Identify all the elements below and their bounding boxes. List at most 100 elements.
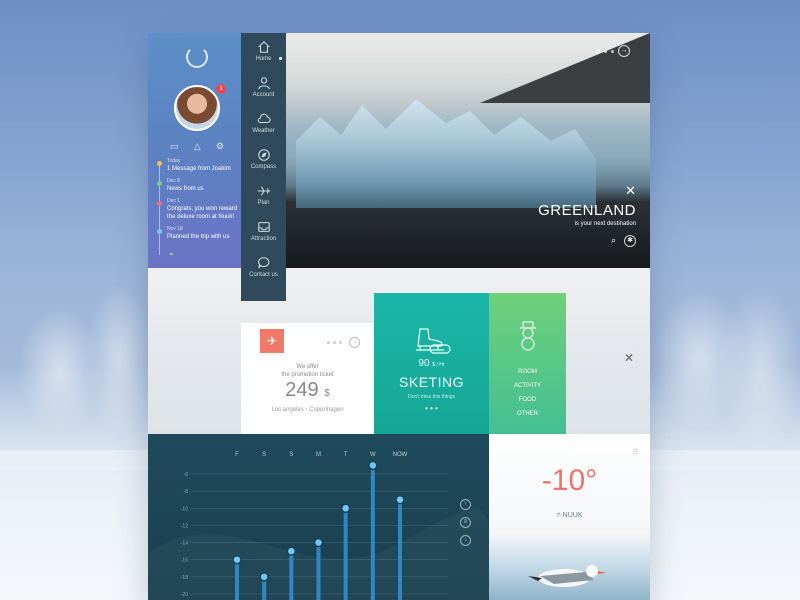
timeline-dot — [157, 201, 162, 206]
image-icon[interactable]: ▭ — [170, 141, 179, 152]
data-point — [313, 537, 324, 548]
x-tick-label: S — [262, 452, 266, 458]
timeline-text: 1 Message from Joakim — [167, 166, 231, 172]
nav-label: Plan — [257, 200, 270, 206]
nav-item-contact[interactable]: Contact us — [241, 249, 286, 285]
timeline-item[interactable]: Dec 8 News from us — [157, 178, 242, 193]
degree-symbol: ° — [585, 464, 598, 497]
carousel-dot[interactable] — [611, 49, 614, 53]
profile-panel: 1 ▭ △ ⚙ Today 1 Message from Joakim Dec … — [148, 33, 242, 268]
menu-item-room[interactable]: ROOM — [489, 365, 566, 379]
close-icon[interactable]: ✕ — [625, 183, 636, 199]
snowman-icon — [520, 321, 536, 351]
data-bar — [398, 499, 402, 600]
location-pin-icon: ⌾ — [556, 512, 561, 519]
grid-icon[interactable]: ⠿ — [632, 448, 638, 457]
timeline-text: Planned the trip with us — [167, 234, 230, 240]
offer-line: We offer — [296, 364, 319, 370]
data-bar — [235, 559, 239, 600]
timeline-text: Congrats, you won reward the deluxe room… — [167, 206, 238, 220]
carousel-controls: → — [596, 45, 630, 57]
temperature-chart: -6 -8 -10 -12 -14 -16 -18 -20 F S S M T W NOW ↑ ≡ ↓ — [148, 434, 489, 600]
pager-dot[interactable] — [333, 341, 336, 344]
notification-badge: 1 — [216, 84, 226, 94]
timeline-date: Dec 1 — [167, 198, 181, 204]
skating-subtitle: Don't miss this things — [407, 394, 456, 400]
compass-icon[interactable]: ✱ — [624, 235, 636, 247]
skating-title: SKETING — [399, 374, 464, 390]
data-bar — [316, 542, 321, 600]
y-tick-label: -6 — [184, 472, 189, 478]
timeline-dot — [157, 181, 162, 186]
offer-line: the promotion ticket — [281, 372, 334, 378]
x-tick-label: W — [370, 452, 376, 458]
data-point — [286, 546, 297, 556]
data-point — [395, 494, 405, 505]
compass-icon — [257, 149, 270, 161]
inbox-icon — [257, 222, 270, 232]
menu-icon[interactable]: ≡ — [460, 517, 471, 528]
pager-dot[interactable] — [339, 341, 342, 344]
hero-banner: → ✕ GREENLAND is your next destination ⌕… — [286, 33, 650, 268]
scroll-down-icon[interactable]: ↓ — [460, 535, 471, 546]
scroll-up-icon[interactable]: ↑ — [460, 499, 471, 510]
next-arrow-icon[interactable]: → — [618, 45, 630, 57]
promotion-card[interactable]: ✈ → We offer the promotion ticket 249 $ … — [241, 323, 374, 435]
nav-item-compass[interactable]: Compass — [241, 141, 286, 177]
menu-item-activity[interactable]: ACTIVITY — [489, 379, 566, 393]
next-arrow-icon[interactable]: → — [349, 337, 360, 348]
data-bar — [343, 508, 348, 600]
carousel-dot[interactable] — [596, 49, 600, 53]
price-currency: $ — [324, 388, 330, 399]
data-bar — [289, 551, 294, 600]
close-icon[interactable]: ✕ — [624, 351, 634, 365]
carousel-dot[interactable] — [604, 49, 607, 53]
skating-card[interactable]: 90 $ / Hr SKETING Don't miss this things… — [374, 293, 489, 434]
nav-item-home[interactable]: Home — [241, 33, 286, 69]
more-dots-icon[interactable]: • • • — [374, 404, 489, 413]
menu-item-other[interactable]: OTHER — [489, 407, 566, 421]
y-tick-label: -16 — [181, 558, 188, 564]
timeline-dot — [157, 161, 162, 166]
rate-value: 90 — [418, 358, 430, 369]
x-tick-label: NOW — [393, 452, 408, 458]
pager-dot[interactable] — [327, 341, 330, 344]
extras-menu: ROOM ACTIVITY FOOD OTHER — [489, 365, 566, 421]
nav-item-account[interactable]: Account — [241, 69, 286, 105]
plane-icon — [257, 186, 270, 196]
nav-item-attraction[interactable]: Attraction — [241, 213, 286, 249]
timeline-item[interactable]: Today 1 Message from Joakim — [157, 158, 242, 173]
y-tick-label: -20 — [181, 592, 188, 598]
offers-section: ✈ → We offer the promotion ticket 249 $ … — [148, 268, 650, 435]
avatar[interactable] — [174, 85, 220, 131]
mountain-shape — [480, 33, 650, 103]
plane-icon: ✈ — [260, 329, 284, 353]
menu-item-food[interactable]: FOOD — [489, 393, 566, 407]
chart-svg: -6 -8 -10 -12 -14 -16 -18 -20 F S S M T W NOW — [148, 452, 489, 600]
offer-text: We offer the promotion ticket — [241, 363, 374, 379]
y-tick-label: -10 — [181, 506, 188, 512]
y-tick-label: -14 — [181, 541, 188, 547]
search-icon[interactable]: ⌕ — [611, 235, 616, 247]
nav-label: Attraction — [250, 236, 277, 242]
data-point — [232, 554, 242, 565]
chevron-down-icon[interactable]: ⌄ — [168, 248, 175, 257]
timeline-text: News from us — [167, 186, 204, 192]
triangle-icon[interactable]: △ — [194, 141, 201, 152]
x-tick-label: S — [289, 452, 293, 458]
ticket-price: 249 $ — [241, 379, 374, 402]
price-value: 249 — [285, 379, 319, 401]
cloud-icon — [257, 113, 271, 124]
nav-item-plan[interactable]: Plan — [241, 177, 286, 213]
timeline-item[interactable]: Nov 18 Planned the trip with us — [157, 226, 242, 241]
nav-item-weather[interactable]: Weather — [241, 105, 286, 141]
x-tick-label: T — [344, 452, 348, 458]
nav-label: Weather — [252, 128, 275, 134]
rate-unit: $ / Hr — [432, 362, 445, 368]
ice-skate-icon — [416, 328, 451, 354]
timeline-date: Nov 18 — [167, 226, 183, 232]
timeline-item[interactable]: Dec 1 Congrats, you won reward the delux… — [157, 198, 242, 221]
nav-label: Contact us — [249, 272, 278, 278]
ticket-route: Los angeles › Copenhagen — [271, 407, 344, 413]
settings-icon[interactable]: ⚙ — [216, 141, 224, 152]
